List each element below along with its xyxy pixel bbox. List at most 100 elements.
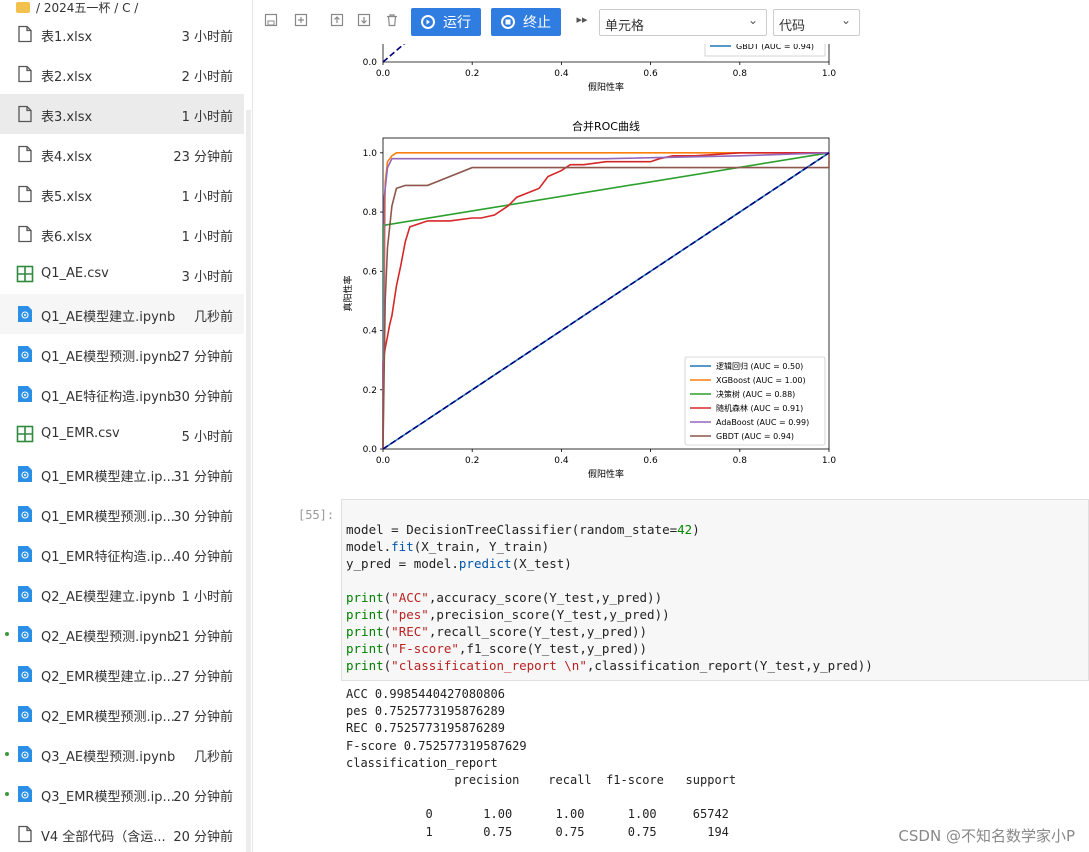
modified-indicator [5, 632, 9, 636]
cell-prompt: [55]: [298, 508, 335, 522]
mode-select[interactable]: 代码 ⌄ [773, 9, 860, 36]
chevron-down-icon: ⌄ [840, 13, 851, 27]
file-modified-time: 5 小时前 [181, 430, 233, 445]
file-item[interactable]: 表1.xlsx 3 小时前 [0, 14, 244, 54]
file-modified-time: 30 分钟前 [173, 510, 233, 525]
move-up-icon[interactable] [330, 13, 344, 27]
file-modified-time: 40 分钟前 [173, 550, 233, 565]
file-browser-sidebar: / 2024五一杯 / C / 表1.xlsx 3 小时前 表2.xlsx 2 小时前… [0, 0, 253, 852]
file-item[interactable]: Q2_AE模型预测.ipynb 21 分钟前 [0, 614, 244, 654]
code-line: model = DecisionTreeClassifier(random_st… [346, 522, 700, 537]
y-tick-label: 0.2 [363, 386, 377, 396]
code-cell[interactable]: model = DecisionTreeClassifier(random_st… [341, 499, 1089, 681]
file-name: 表3.xlsx [41, 110, 93, 125]
y-tick-label: 0.6 [363, 267, 378, 277]
chevron-down-icon: ⌄ [747, 13, 758, 27]
file-name: Q3_AE模型预测.ipynb [41, 750, 176, 765]
legend-label: 随机森林 (AUC = 0.91) [716, 403, 803, 413]
code-line: print("ACC",accuracy_score(Y_test,y_pred… [346, 590, 663, 605]
file-modified-time: 27 分钟前 [173, 350, 233, 365]
file-item[interactable]: Q2_EMR模型建立.ip... 27 分钟前 [0, 654, 244, 694]
file-modified-time: 1 小时前 [181, 110, 233, 125]
file-item[interactable]: Q1_AE模型预测.ipynb 27 分钟前 [0, 334, 244, 374]
spreadsheet-icon [16, 265, 34, 283]
file-modified-time: 20 分钟前 [173, 790, 233, 805]
file-item[interactable]: Q2_EMR模型预测.ip... 27 分钟前 [0, 694, 244, 734]
breadcrumb[interactable]: / 2024五一杯 / C / [16, 0, 138, 15]
file-item[interactable]: Q1_EMR模型预测.ip... 30 分钟前 [0, 494, 244, 534]
file-item[interactable]: 表6.xlsx 1 小时前 [0, 214, 244, 254]
stop-button[interactable]: 终止 [491, 8, 561, 36]
x-tick-label: 0.0 [376, 456, 391, 466]
file-item[interactable]: Q1_AE.csv 3 小时前 [0, 254, 244, 294]
file-icon [18, 105, 32, 123]
notebook-icon [18, 546, 32, 562]
file-name: Q1_AE特征构造.ipynb [41, 390, 176, 405]
folder-icon [16, 1, 30, 13]
delete-icon[interactable] [385, 13, 399, 27]
file-item[interactable]: 表2.xlsx 2 小时前 [0, 54, 244, 94]
code-line: print("REC",recall_score(Y_test,y_pred)) [346, 624, 648, 639]
cell-type-value: 单元格 [605, 19, 645, 34]
file-name: 表4.xlsx [41, 150, 93, 165]
y-axis-label: 真阳性率 [342, 275, 354, 311]
x-tick-label: 0.6 [643, 456, 658, 466]
file-name: 表2.xlsx [41, 70, 93, 85]
file-item[interactable]: V4 全部代码（含运... 20 分钟前 [0, 814, 244, 852]
file-item[interactable]: Q3_EMR模型预测.ip... 20 分钟前 [0, 774, 244, 814]
notebook-icon [18, 746, 32, 762]
x-axis-label: 假阳性率 [588, 81, 624, 93]
y-tick-label: 0.0 [363, 58, 378, 68]
move-down-icon[interactable] [357, 13, 371, 27]
file-modified-time: 21 分钟前 [173, 630, 233, 645]
fast-forward-icon[interactable]: ▸▸ [575, 13, 589, 27]
y-tick-label: 0.4 [363, 327, 378, 337]
file-name: 表1.xlsx [41, 30, 93, 45]
file-item[interactable]: Q3_AE模型预测.ipynb 几秒前 [0, 734, 244, 774]
legend-label: GBDT (AUC = 0.94) [716, 432, 794, 441]
y-tick-label: 0.8 [363, 208, 378, 218]
file-icon [18, 25, 32, 43]
run-button[interactable]: 运行 [411, 8, 481, 36]
chart-title: 合并ROC曲线 [572, 119, 640, 133]
file-item[interactable]: Q1_AE模型建立.ipynb 几秒前 [0, 294, 244, 334]
file-item[interactable]: Q1_EMR特征构造.ip... 40 分钟前 [0, 534, 244, 574]
save-icon[interactable] [264, 13, 278, 27]
file-name: Q1_EMR模型预测.ip... [41, 510, 175, 525]
file-item[interactable]: Q1_AE特征构造.ipynb 30 分钟前 [0, 374, 244, 414]
sidebar-scrollbar[interactable] [246, 110, 251, 852]
x-tick-label: 0.4 [554, 456, 569, 466]
file-item[interactable]: Q2_AE模型建立.ipynb 1 小时前 [0, 574, 244, 614]
file-modified-time: 27 分钟前 [173, 670, 233, 685]
file-modified-time: 23 分钟前 [173, 150, 233, 165]
file-modified-time: 3 小时前 [181, 270, 233, 285]
output-line: REC 0.7525773195876289 [346, 721, 505, 736]
x-tick-label: 0.2 [465, 456, 479, 466]
file-item[interactable]: 表5.xlsx 1 小时前 [0, 174, 244, 214]
file-item[interactable]: Q1_EMR.csv 5 小时前 [0, 414, 244, 454]
cell-type-select[interactable]: 单元格 ⌄ [599, 9, 767, 36]
file-modified-time: 几秒前 [193, 750, 233, 765]
file-modified-time: 2 小时前 [181, 70, 233, 85]
file-name: Q2_EMR模型建立.ip... [41, 670, 175, 685]
output-line: 1 0.75 0.75 0.75 194 [346, 824, 729, 839]
code-line: y_pred = model.predict(X_test) [346, 556, 572, 571]
run-label: 运行 [443, 15, 471, 31]
file-modified-time: 3 小时前 [181, 30, 233, 45]
file-name: Q3_EMR模型预测.ip... [41, 790, 175, 805]
x-tick-label: 0.4 [554, 69, 569, 79]
file-modified-time: 27 分钟前 [173, 710, 233, 725]
file-item[interactable]: 表3.xlsx 1 小时前 [0, 94, 244, 134]
output-line: ACC 0.9985440427080806 [346, 687, 505, 701]
file-item[interactable]: 表4.xlsx 23 分钟前 [0, 134, 244, 174]
stop-icon [501, 15, 515, 29]
file-icon [18, 225, 32, 243]
file-name: 表6.xlsx [41, 230, 93, 245]
file-modified-time: 1 小时前 [181, 190, 233, 205]
watermark: CSDN @不知名数学家小P [898, 827, 1075, 845]
file-icon [18, 65, 32, 83]
add-cell-icon[interactable] [294, 13, 308, 27]
file-modified-time: 几秒前 [193, 310, 233, 325]
file-item[interactable]: Q1_EMR模型建立.ip... 31 分钟前 [0, 454, 244, 494]
file-name: Q1_EMR模型建立.ip... [41, 470, 175, 485]
